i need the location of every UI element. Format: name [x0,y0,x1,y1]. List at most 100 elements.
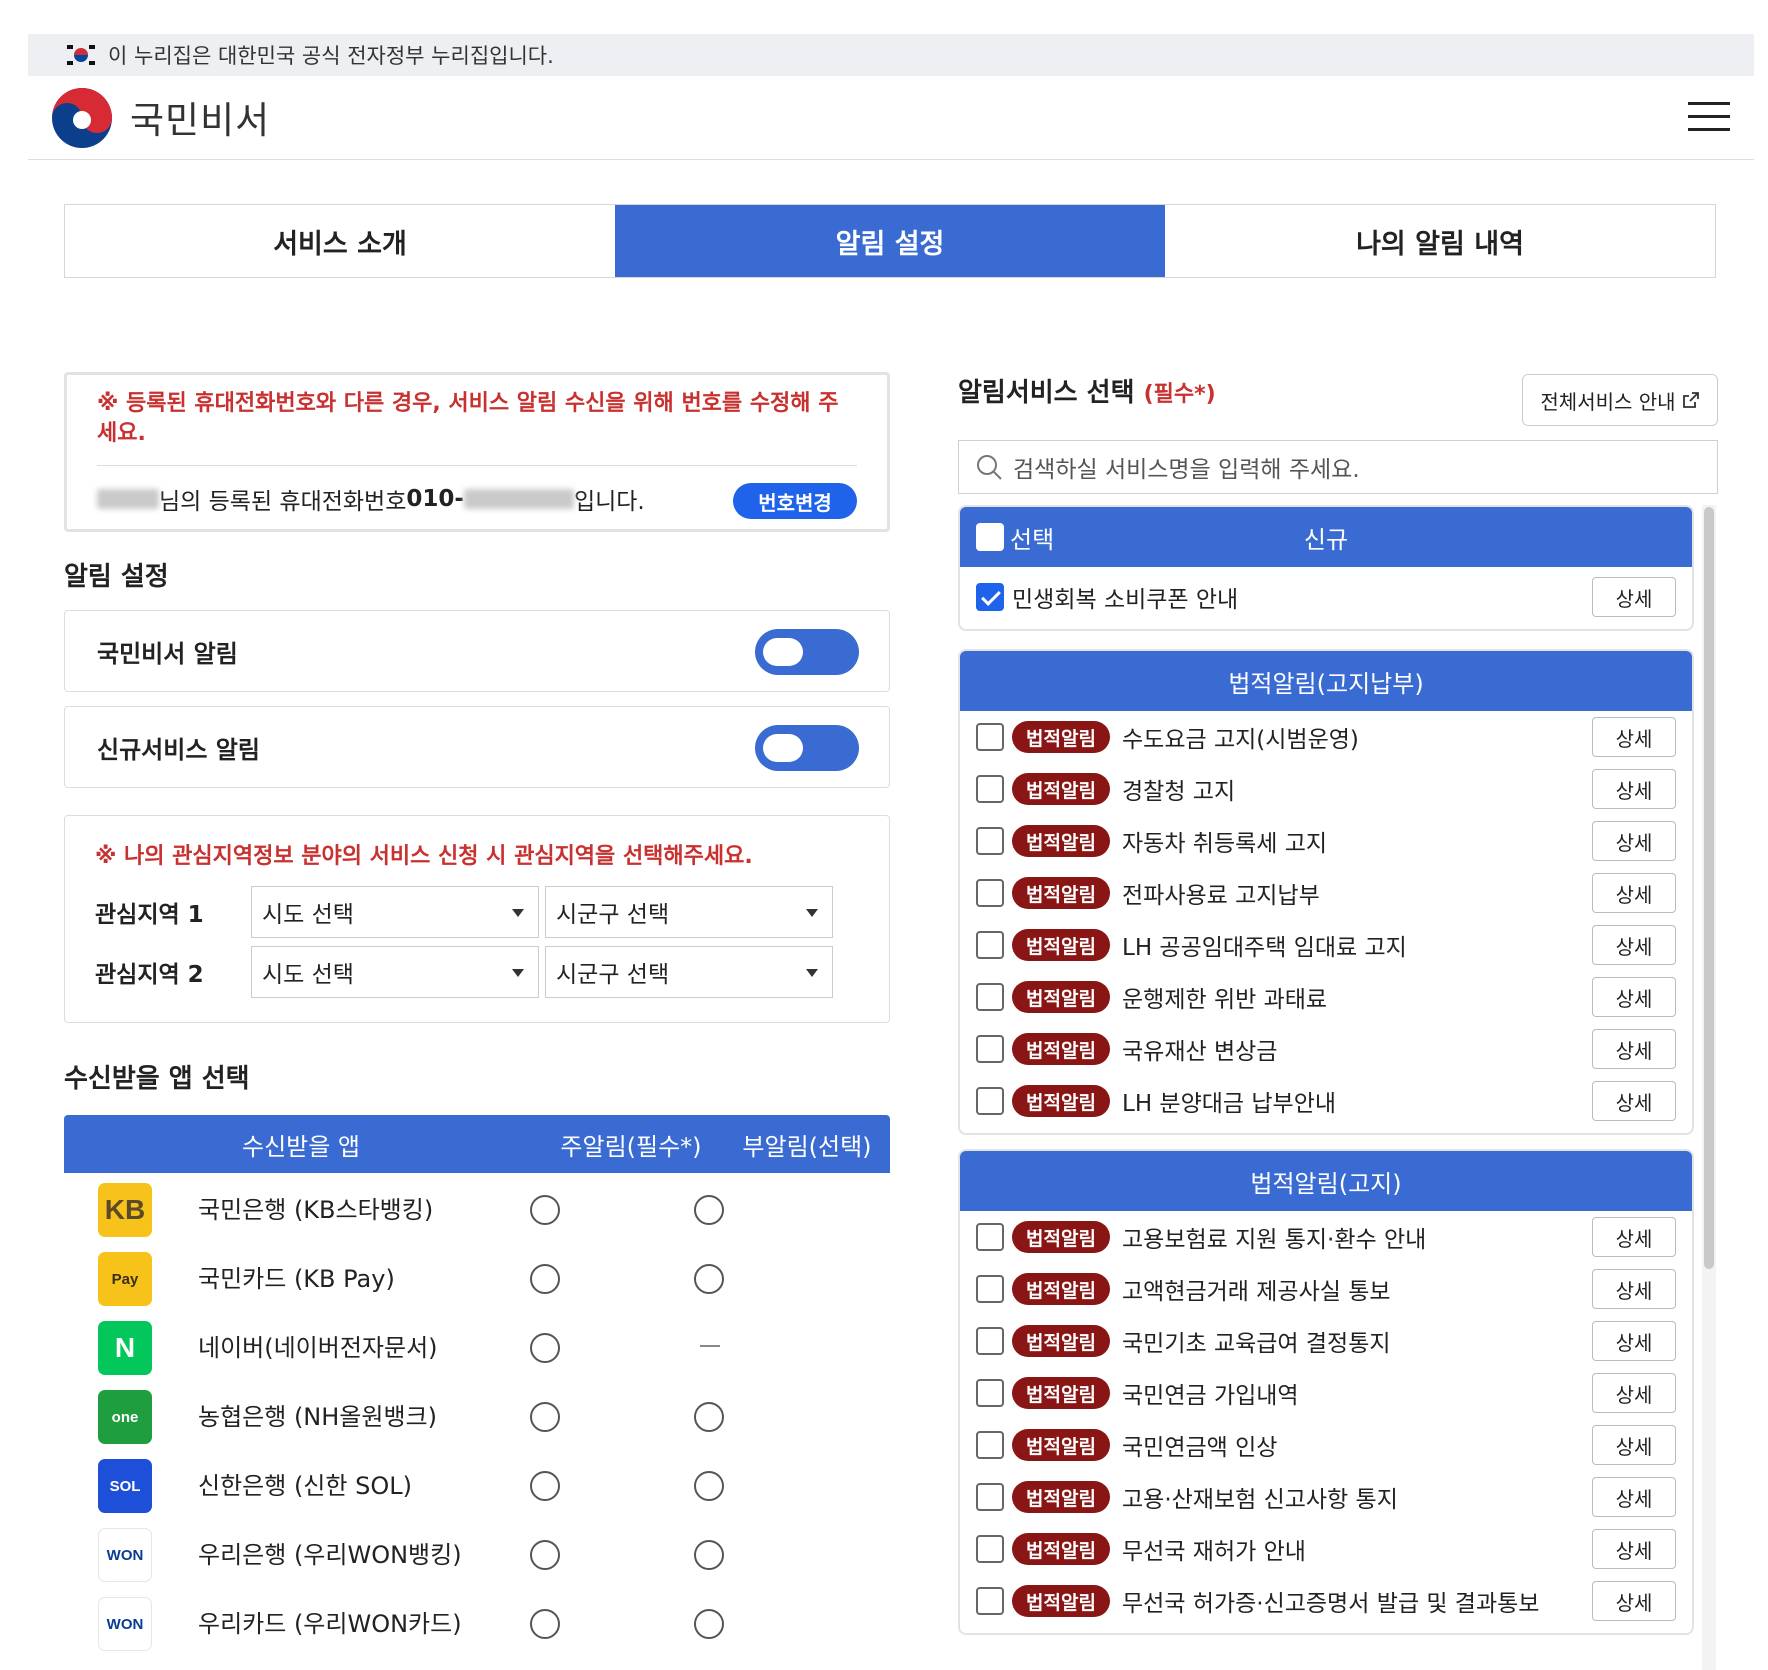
korea-flag-icon [66,44,96,66]
tab-alarm-settings[interactable]: 알림 설정 [615,205,1165,277]
service-name: LH 공공임대주택 임대료 고지 [1122,935,1407,961]
tab-service-intro[interactable]: 서비스 소개 [65,205,615,277]
region-note: ※ 나의 관심지역정보 분야의 서비스 신청 시 관심지역을 선택해주세요. [95,844,753,869]
service-checkbox[interactable] [976,1483,1004,1511]
sub-alarm-radio[interactable] [694,1195,724,1225]
detail-button[interactable]: 상세 [1592,1477,1676,1517]
app-row: KB 국민은행 (KB스타뱅킹) [64,1173,890,1242]
detail-button[interactable]: 상세 [1592,1581,1676,1621]
detail-button[interactable]: 상세 [1592,1081,1676,1121]
government-logo-icon[interactable] [50,86,114,150]
woori-won-banking-icon: WON [98,1528,152,1582]
detail-button[interactable]: 상세 [1592,769,1676,809]
service-checkbox[interactable] [976,1587,1004,1615]
sigungu-select-1[interactable]: 시군구 선택 [545,886,833,938]
toggle-label: 신규서비스 알림 [97,735,260,764]
service-checkbox[interactable] [976,983,1004,1011]
service-checkbox[interactable] [976,1379,1004,1407]
app-table-header: 수신받을 앱 주알림(필수*) 부알림(선택) [64,1115,890,1173]
legal-alarm-badge: 법적알림 [1012,1085,1110,1117]
detail-button[interactable]: 상세 [1592,1373,1676,1413]
region-row-2: 관심지역 2 시도 선택 시군구 선택 [95,946,833,998]
service-checkbox[interactable] [976,1535,1004,1563]
legal-alarm-badge: 법적알림 [1012,1033,1110,1065]
all-services-button[interactable]: 전체서비스 안내 [1522,374,1718,426]
service-checkbox[interactable] [976,827,1004,855]
service-row: 법적알림 경찰청 고지 상세 [960,763,1692,815]
detail-button[interactable]: 상세 [1592,1425,1676,1465]
sub-alarm-radio[interactable] [694,1471,724,1501]
toggle-card-new-service-alarm: 신규서비스 알림 [64,706,890,788]
main-alarm-radio[interactable] [530,1195,560,1225]
detail-button[interactable]: 상세 [1592,577,1676,617]
sub-alarm-radio[interactable] [694,1609,724,1639]
kookmin-alarm-toggle[interactable] [755,629,859,675]
phone-prefix: 님의 등록된 휴대전화번호 [159,489,407,515]
app-name: 신한은행 (신한 SOL) [198,1472,412,1500]
app-row: WON 우리은행 (우리WON뱅킹) [64,1518,890,1587]
tab-my-alarm-history[interactable]: 나의 알림 내역 [1165,205,1715,277]
service-checkbox[interactable] [976,1087,1004,1115]
main-alarm-radio[interactable] [530,1333,560,1363]
new-service-alarm-toggle[interactable] [755,725,859,771]
sub-alarm-radio[interactable] [694,1402,724,1432]
sub-alarm-radio[interactable] [694,1264,724,1294]
nh-allone-icon: one [98,1390,152,1444]
detail-button[interactable]: 상세 [1592,1321,1676,1361]
phone-suffix: 입니다. [573,489,645,515]
change-number-button[interactable]: 번호변경 [733,483,857,519]
detail-button[interactable]: 상세 [1592,1217,1676,1257]
service-checkbox[interactable] [976,775,1004,803]
sub-alarm-radio[interactable] [694,1540,724,1570]
service-checkbox[interactable] [976,1327,1004,1355]
service-search-input[interactable]: 검색하실 서비스명을 입력해 주세요. [958,440,1718,494]
service-name: 무선국 허가증·신고증명서 발급 및 결과통보 [1122,1591,1540,1617]
service-checkbox[interactable] [976,583,1004,611]
detail-button[interactable]: 상세 [1592,1029,1676,1069]
service-list-scrollbar[interactable] [1702,505,1716,1670]
service-row: 법적알림 운행제한 위반 과태료 상세 [960,971,1692,1023]
service-row: 법적알림 무선국 허가증·신고증명서 발급 및 결과통보 상세 [960,1575,1692,1627]
detail-button[interactable]: 상세 [1592,717,1676,757]
sigungu-select-2[interactable]: 시군구 선택 [545,946,833,998]
group-title: 신규 [1303,525,1349,554]
service-checkbox[interactable] [976,879,1004,907]
main-alarm-radio[interactable] [530,1609,560,1639]
legal-alarm-badge: 법적알림 [1012,1221,1110,1253]
select-all-checkbox[interactable] [976,523,1004,551]
service-checkbox[interactable] [976,1431,1004,1459]
service-row: 법적알림 LH 분양대금 납부안내 상세 [960,1075,1692,1127]
group-header-new: 선택 신규 [960,507,1692,567]
main-alarm-radio[interactable] [530,1471,560,1501]
header-sub-alarm: 부알림(선택) [742,1132,872,1161]
hamburger-menu-icon[interactable] [1688,100,1730,134]
main-alarm-radio[interactable] [530,1540,560,1570]
service-name: 고용보험료 지원 통지·환수 안내 [1122,1227,1427,1253]
legal-alarm-badge: 법적알림 [1012,1429,1110,1461]
phone-warning: ※ 등록된 휴대전화번호와 다른 경우, 서비스 알림 수신을 위해 번호를 수… [97,391,839,446]
detail-button[interactable]: 상세 [1592,977,1676,1017]
detail-button[interactable]: 상세 [1592,925,1676,965]
logo-text[interactable]: 국민비서 [130,90,270,144]
sido-select-1[interactable]: 시도 선택 [251,886,539,938]
service-checkbox[interactable] [976,723,1004,751]
service-checkbox[interactable] [976,931,1004,959]
sido-select-2[interactable]: 시도 선택 [251,946,539,998]
main-alarm-radio[interactable] [530,1264,560,1294]
naver-icon: N [98,1321,152,1375]
service-checkbox[interactable] [976,1275,1004,1303]
service-checkbox[interactable] [976,1035,1004,1063]
service-name: 경찰청 고지 [1122,779,1236,805]
detail-button[interactable]: 상세 [1592,1529,1676,1569]
detail-button[interactable]: 상세 [1592,1269,1676,1309]
woori-won-card-icon: WON [98,1597,152,1651]
scrollbar-thumb[interactable] [1704,507,1714,1269]
service-checkbox[interactable] [976,1223,1004,1251]
dropdown-arrow-icon [806,909,818,917]
main-alarm-radio[interactable] [530,1402,560,1432]
detail-button[interactable]: 상세 [1592,821,1676,861]
detail-button[interactable]: 상세 [1592,873,1676,913]
dropdown-arrow-icon [806,969,818,977]
app-row: N 네이버(네이버전자문서) [64,1311,890,1380]
service-list: 선택 신규 민생회복 소비쿠폰 안내 상세 법적알림(고지납부) 법적알림 수도요금… [958,505,1700,1670]
